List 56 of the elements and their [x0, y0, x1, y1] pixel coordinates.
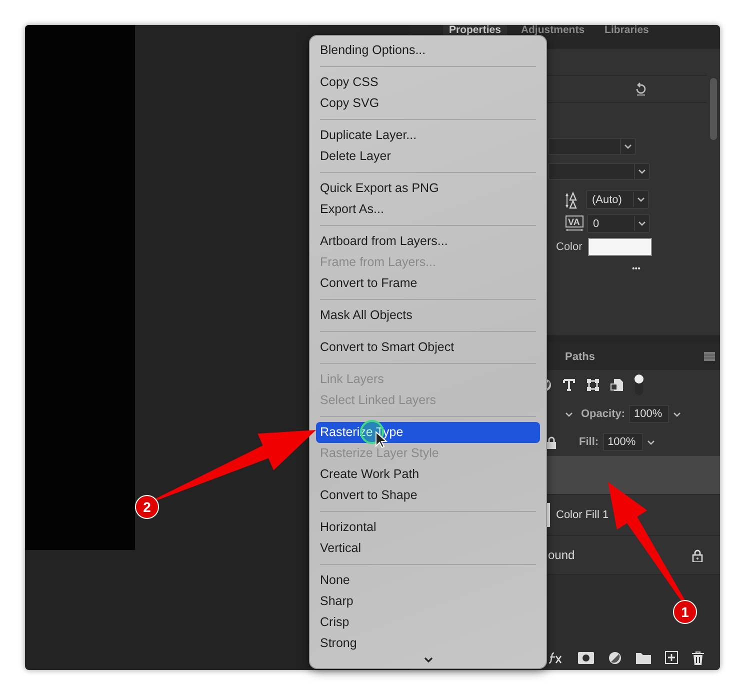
menu-item[interactable]: Delete Layer — [316, 146, 540, 167]
menu-item[interactable]: Create Work Path — [316, 464, 540, 485]
panel-tab[interactable]: Paths — [557, 350, 603, 362]
menu-item[interactable]: Blending Options... — [316, 40, 540, 61]
tracking-value: 0 — [593, 218, 600, 230]
layer-name: ound — [548, 548, 575, 562]
lock-icon[interactable] — [546, 436, 557, 448]
leading-dropdown[interactable]: (Auto) — [586, 190, 649, 209]
chevron-icon — [673, 412, 682, 416]
panel-tab[interactable]: Properties — [443, 25, 507, 35]
menu-item[interactable]: Export As... — [316, 199, 540, 220]
opacity-label: Opacity: — [581, 408, 626, 420]
chevron-icon — [624, 144, 632, 149]
tracking-dropdown[interactable]: 0 — [587, 214, 650, 233]
lock-icon[interactable] — [692, 548, 703, 562]
opacity-field[interactable]: 100% — [629, 405, 670, 423]
panel-tab[interactable]: Libraries — [598, 25, 655, 35]
scrollbar-thumb[interactable] — [710, 78, 717, 140]
fill-field[interactable]: 100% — [602, 433, 643, 451]
fill-label: Fill: — [579, 436, 599, 448]
scroll-down-icon[interactable] — [424, 657, 432, 663]
menu-item[interactable]: Quick Export as PNG — [316, 178, 540, 199]
type-icon[interactable] — [562, 378, 576, 392]
menu-item[interactable]: Convert to Frame — [316, 273, 540, 294]
mask-icon[interactable] — [578, 652, 594, 664]
menu-item[interactable]: Duplicate Layer... — [316, 125, 540, 146]
color-label: Color — [556, 241, 582, 253]
transform-icon[interactable] — [586, 378, 600, 392]
menu-item[interactable]: Crisp — [316, 612, 540, 633]
menu-item[interactable]: Artboard from Layers... — [316, 231, 540, 252]
toggle-icon[interactable] — [634, 374, 644, 396]
chevron-icon — [638, 221, 646, 226]
menu-item[interactable]: Copy CSS — [316, 72, 540, 93]
folder-icon[interactable] — [636, 652, 651, 664]
menu-item[interactable]: Convert to Shape — [316, 485, 540, 506]
color-swatch[interactable] — [588, 238, 652, 256]
chevron-icon — [565, 412, 573, 416]
panel-tab[interactable]: Adjustments — [514, 25, 591, 35]
menu-item[interactable]: Mask All Objects — [316, 305, 540, 326]
reset-icon[interactable] — [634, 82, 648, 96]
chevron-icon — [638, 169, 646, 174]
menu-item[interactable]: Sharp — [316, 591, 540, 612]
menu-item[interactable]: Horizontal — [316, 517, 540, 538]
layer-name: Color Fill 1 — [556, 509, 609, 521]
more-button[interactable]: ••• — [632, 264, 640, 273]
fx-icon[interactable] — [548, 650, 564, 664]
document-icon[interactable] — [610, 378, 624, 392]
menu-item[interactable]: Strong — [316, 633, 540, 654]
plus-icon[interactable] — [665, 651, 678, 664]
trash-icon[interactable] — [692, 650, 704, 664]
menu-item[interactable]: Convert to Smart Object — [316, 337, 540, 358]
circle-half-icon[interactable] — [608, 650, 622, 664]
menu-item[interactable]: Copy SVG — [316, 93, 540, 114]
leading-value: (Auto) — [592, 194, 622, 206]
chevron-icon — [637, 197, 645, 202]
chevron-icon — [646, 440, 655, 444]
